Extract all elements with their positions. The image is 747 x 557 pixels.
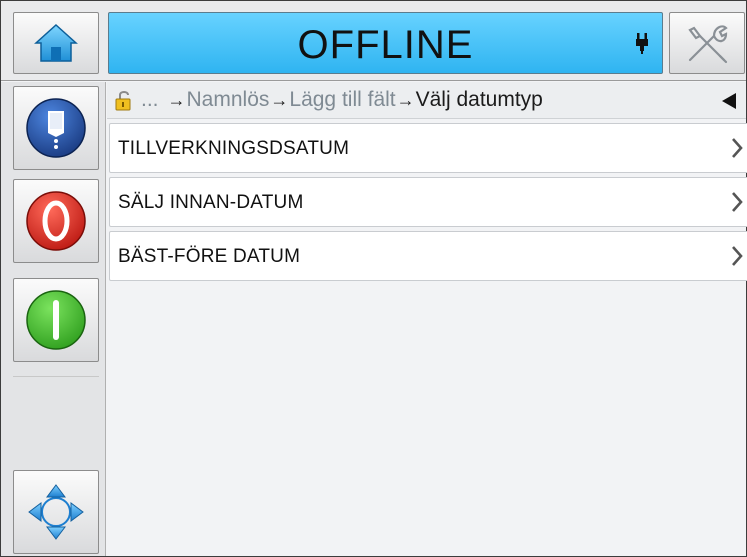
status-bar: OFFLINE [108,12,663,74]
home-icon [34,23,78,62]
breadcrumb-ellipsis[interactable]: ... [141,88,159,112]
tools-button[interactable] [669,12,745,74]
home-button[interactable] [13,12,99,74]
menu-item-label: SÄLJ INNAN-DATUM [118,192,304,213]
top-bar: OFFLINE [1,1,746,81]
breadcrumb-arrow: → [167,89,186,110]
menu-item-best-before-date[interactable]: BÄST-FÖRE DATUM [109,231,747,281]
stop-button[interactable] [13,179,99,263]
tools-icon [688,25,728,64]
breadcrumb-item[interactable]: Namnlös [187,88,270,112]
printer-status: OFFLINE [297,23,474,67]
printhead-icon [636,33,648,54]
ink-button[interactable] [13,86,99,170]
ink-icon [26,98,86,158]
breadcrumb-current: Välj datumtyp [415,88,543,111]
lock-icon [115,91,131,111]
breadcrumb-arrow: → [396,89,415,110]
breadcrumb: ... → Namnlös → Lägg till fält → Välj da… [107,82,746,119]
app-window: OFFLINE ... → Namnlös → Lägg till fält →… [0,0,747,557]
start-icon [26,290,86,350]
menu-item-label: BÄST-FÖRE DATUM [118,246,301,267]
breadcrumb-arrow: → [270,89,289,110]
breadcrumb-item[interactable]: Lägg till fält [289,88,395,112]
chevron-right-icon [732,192,743,212]
menu-list: TILLVERKNINGSDSATUM SÄLJ INNAN-DATUM BÄS… [107,120,747,556]
chevron-right-icon [732,138,743,158]
stop-icon [26,191,86,251]
navigate-button[interactable] [13,470,99,554]
start-button[interactable] [13,278,99,362]
chevron-right-icon [732,246,743,266]
divider [13,376,99,377]
sidebar [1,82,106,556]
menu-item-label: TILLVERKNINGSDSATUM [118,138,350,159]
menu-item-sell-by-date[interactable]: SÄLJ INNAN-DATUM [109,177,747,227]
menu-item-manufacture-date[interactable]: TILLVERKNINGSDSATUM [109,123,747,173]
back-arrow-icon[interactable] [722,93,736,109]
navigate-icon [28,484,84,540]
